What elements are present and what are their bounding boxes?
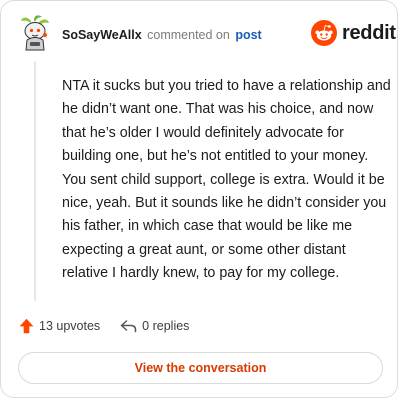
replies-button[interactable]: 0 replies [120,319,189,333]
post-link[interactable]: post [235,28,261,42]
username-link[interactable]: SoSayWeAllx [62,28,142,42]
comment-embed-card: SoSayWeAllx commented on post reddit NTA… [0,0,398,398]
reply-count: 0 replies [142,319,190,333]
avatar[interactable] [18,15,52,51]
reddit-wordmark: reddit [342,21,396,44]
reply-arrow-icon [120,320,137,333]
thread-line [34,61,36,301]
avatar-icon [21,15,49,51]
reddit-snoo-icon [311,20,337,46]
upvote-count: 13 upvotes [39,319,101,333]
reddit-logo[interactable]: reddit [311,20,396,46]
comment-header: SoSayWeAllx commented on post [62,27,262,43]
upvote-arrow-icon [19,318,34,334]
action-text: commented on [147,28,230,42]
view-conversation-button[interactable]: View the conversation [18,352,383,384]
comment-footer: 13 upvotes 0 replies [19,318,189,334]
upvote-button[interactable]: 13 upvotes [19,318,100,334]
comment-body: NTA it sucks but you tried to have a rel… [62,78,391,282]
